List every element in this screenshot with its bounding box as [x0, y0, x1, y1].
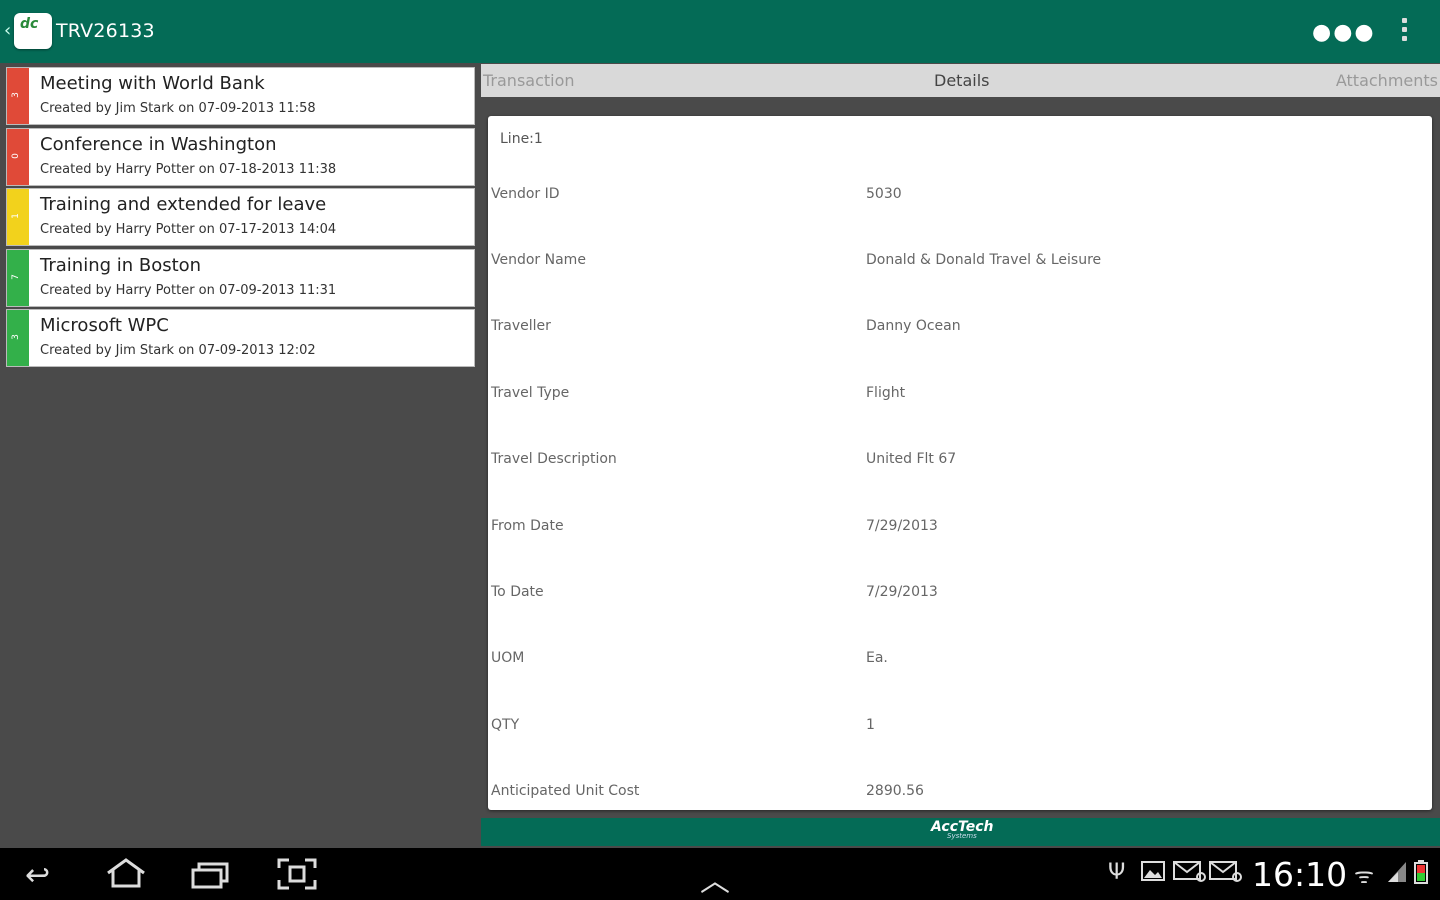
- priority-strip: 1: [7, 189, 29, 245]
- battery-icon: [1414, 860, 1428, 884]
- priority-strip: 7: [7, 249, 29, 306]
- list-item[interactable]: 0 Conference in Washington Created by Ha…: [6, 127, 475, 186]
- list-item-title: Microsoft WPC: [40, 315, 169, 336]
- brand-footer: AccTech Systems: [481, 818, 1440, 846]
- detail-row: Traveller Danny Ocean: [488, 318, 1432, 342]
- detail-row: Travel Type Flight: [488, 385, 1432, 409]
- priority-strip: 3: [7, 310, 29, 366]
- status-clock: 16:10: [1252, 855, 1348, 894]
- priority-text: 1: [10, 213, 21, 219]
- wifi-icon: ᯤ: [1354, 864, 1375, 889]
- chevron-up-icon[interactable]: ︿: [700, 856, 730, 900]
- action-bar: ‹ dc TRV26133 ●●●: [0, 0, 1440, 63]
- priority-text: 3: [10, 92, 21, 98]
- line-header: Line:1: [500, 131, 543, 147]
- detail-row: From Date 7/29/2013: [488, 518, 1432, 542]
- request-list: 3 Meeting with World Bank Created by Jim…: [6, 67, 475, 370]
- tab-attachments[interactable]: Attachments: [1336, 71, 1438, 90]
- field-value: Danny Ocean: [866, 318, 961, 334]
- system-navigation-bar: ↩ ︿ Ψ 16:10 ᯤ: [0, 848, 1440, 900]
- list-item-subtitle: Created by Harry Potter on 07-09-2013 11…: [40, 282, 337, 298]
- field-label: Vendor ID: [491, 186, 560, 202]
- field-value: 7/29/2013: [866, 584, 938, 600]
- field-label: To Date: [491, 584, 544, 600]
- recent-apps-icon[interactable]: [190, 860, 230, 890]
- tab-transaction[interactable]: Transaction: [483, 71, 575, 90]
- up-navigation-icon[interactable]: ‹: [4, 22, 11, 40]
- email-notification-icon: [1172, 860, 1206, 882]
- field-value: 2890.56: [866, 783, 924, 799]
- detail-row: Travel Description United Flt 67: [488, 451, 1432, 475]
- field-value: 7/29/2013: [866, 518, 938, 534]
- overflow-menu-icon[interactable]: [1396, 18, 1412, 46]
- email-notification-icon: [1208, 860, 1242, 882]
- app-logo-icon[interactable]: dc: [14, 13, 52, 49]
- field-value: 1: [866, 717, 875, 733]
- detail-row: To Date 7/29/2013: [488, 584, 1432, 608]
- list-item[interactable]: 1 Training and extended for leave Create…: [6, 188, 475, 246]
- details-panel: Line:1 Vendor ID 5030 Vendor Name Donald &…: [488, 116, 1432, 810]
- list-item-title: Meeting with World Bank: [40, 73, 265, 94]
- list-item-subtitle: Created by Jim Stark on 07-09-2013 11:58: [40, 101, 316, 116]
- field-label: QTY: [491, 717, 520, 733]
- list-item-subtitle: Created by Harry Potter on 07-18-2013 11…: [40, 161, 337, 177]
- priority-text: 3: [10, 334, 21, 340]
- screenshot-icon[interactable]: [277, 858, 317, 890]
- back-icon[interactable]: ↩: [25, 858, 50, 893]
- usb-icon: Ψ: [1108, 860, 1126, 885]
- more-actions-icon[interactable]: ●●●: [1312, 20, 1376, 45]
- image-notification-icon: [1140, 860, 1166, 882]
- list-item[interactable]: 3 Microsoft WPC Created by Jim Stark on …: [6, 309, 475, 367]
- detail-row: Anticipated Unit Cost 2890.56: [488, 783, 1432, 807]
- priority-text: 7: [10, 273, 21, 280]
- field-value: Donald & Donald Travel & Leisure: [866, 252, 1102, 268]
- priority-text: 0: [10, 152, 21, 159]
- list-item-subtitle: Created by Harry Potter on 07-17-2013 14…: [40, 222, 337, 237]
- detail-row: UOM Ea.: [488, 650, 1432, 674]
- priority-strip: 0: [7, 128, 29, 185]
- list-item-subtitle: Created by Jim Stark on 07-09-2013 12:02: [40, 343, 316, 358]
- field-label: UOM: [491, 650, 525, 666]
- detail-row: Vendor Name Donald & Donald Travel & Leis…: [488, 252, 1432, 276]
- list-item-title: Training and extended for leave: [40, 194, 327, 215]
- tab-details[interactable]: Details: [934, 71, 989, 90]
- page-title: TRV26133: [56, 20, 155, 42]
- field-label: Travel Type: [491, 385, 570, 401]
- tab-bar: Transaction Details Attachments: [481, 64, 1440, 97]
- detail-row: Vendor ID 5030: [488, 186, 1432, 210]
- list-item[interactable]: 7 Training in Boston Created by Harry Po…: [6, 248, 475, 307]
- list-item-title: Training in Boston: [40, 254, 202, 276]
- brand-logo: AccTech Systems: [931, 819, 994, 840]
- field-value: 5030: [866, 186, 902, 202]
- list-item[interactable]: 3 Meeting with World Bank Created by Jim…: [6, 67, 475, 125]
- field-label: From Date: [491, 518, 564, 534]
- field-value: United Flt 67: [866, 451, 957, 467]
- field-label: Travel Description: [491, 451, 617, 467]
- app-logo-text: dc: [20, 16, 39, 32]
- home-icon[interactable]: [104, 858, 148, 888]
- field-value: Ea.: [866, 650, 888, 666]
- priority-strip: 3: [7, 68, 29, 124]
- field-value: Flight: [866, 385, 906, 401]
- field-label: Vendor Name: [491, 252, 586, 268]
- field-label: Traveller: [491, 318, 551, 334]
- field-label: Anticipated Unit Cost: [491, 783, 640, 799]
- signal-icon: [1386, 860, 1408, 884]
- list-item-title: Conference in Washington: [40, 133, 277, 155]
- detail-row: QTY 1: [488, 717, 1432, 741]
